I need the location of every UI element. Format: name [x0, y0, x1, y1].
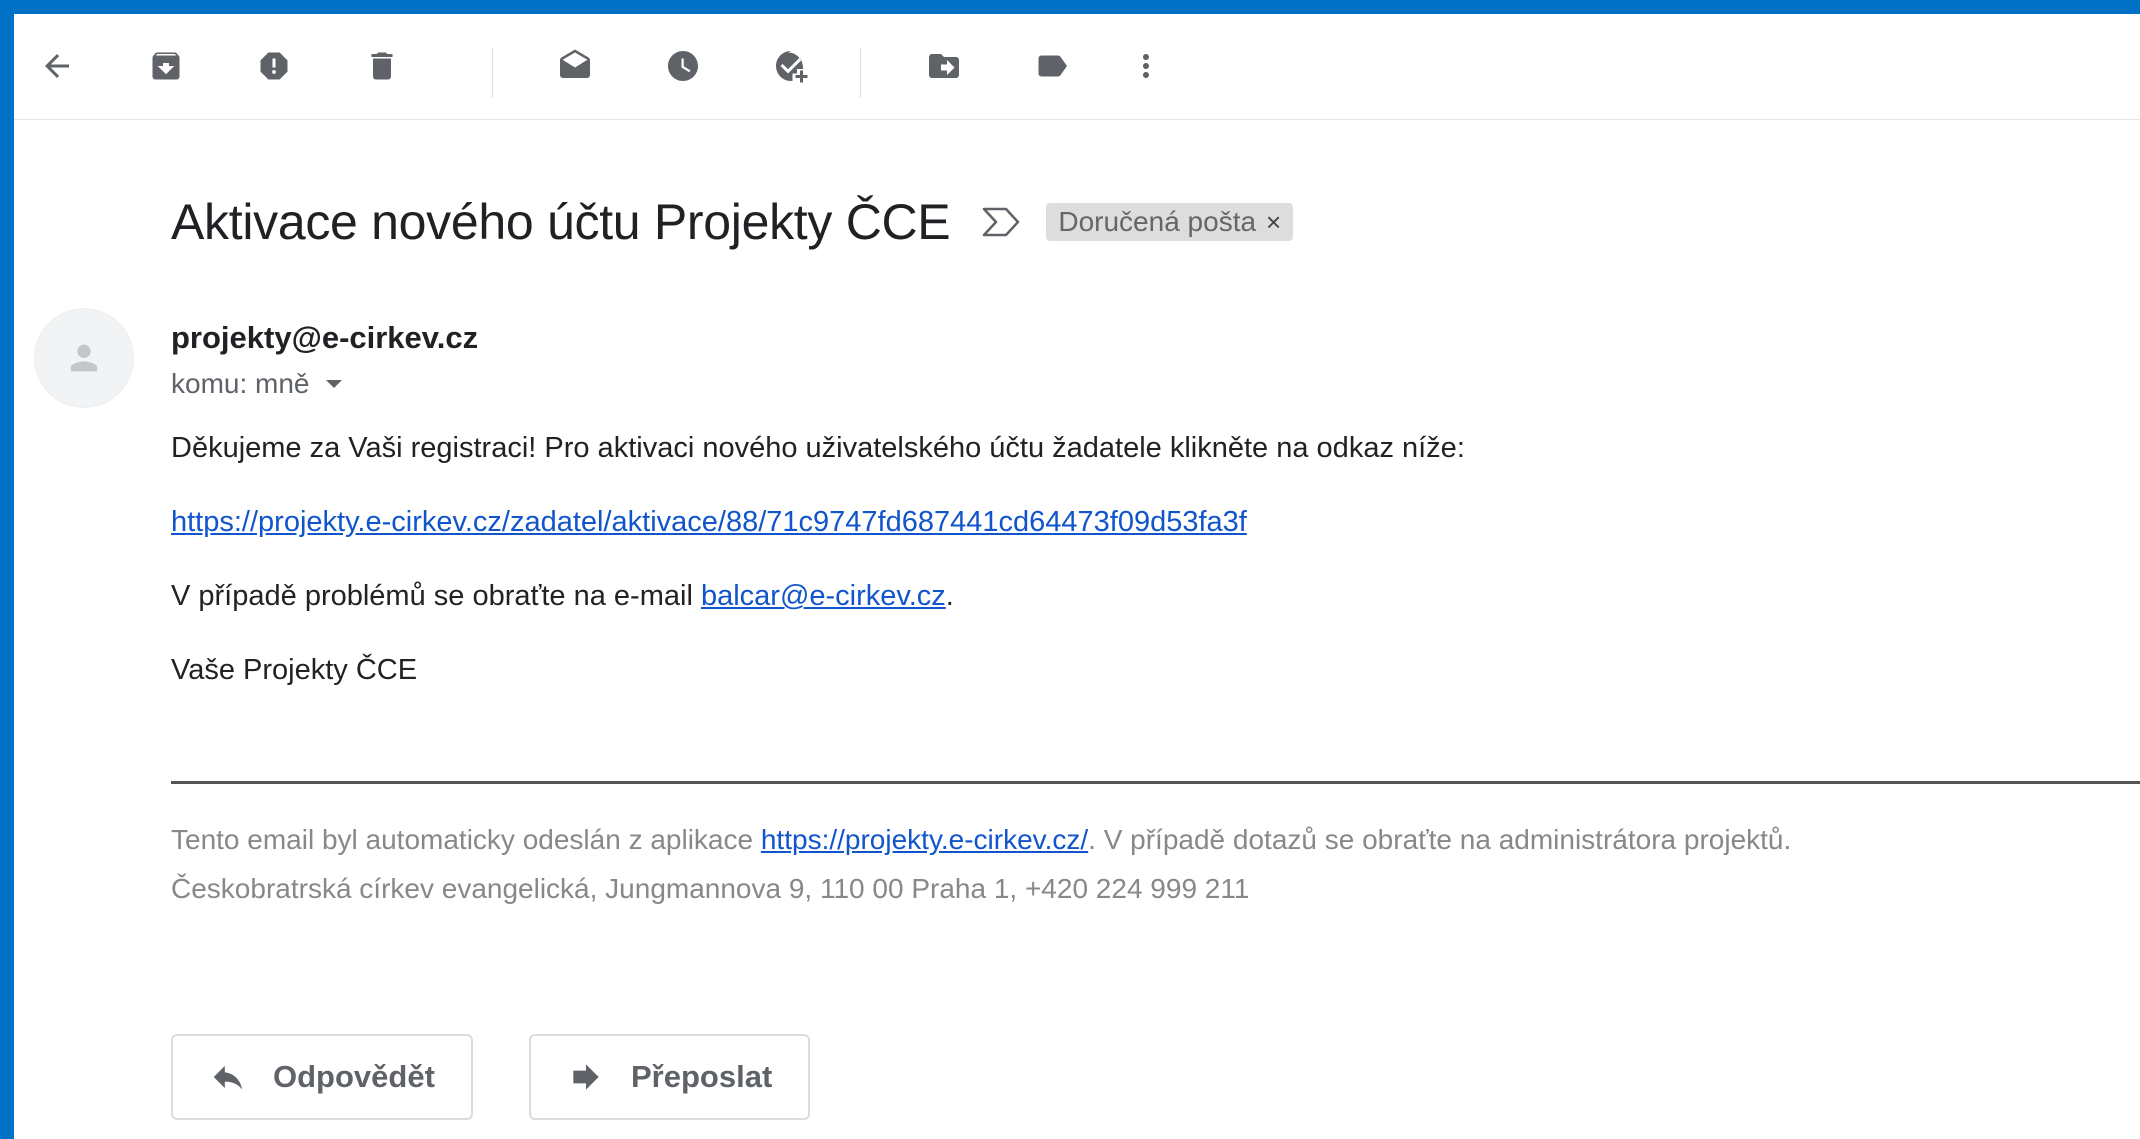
move-to-icon[interactable]: [915, 37, 973, 95]
body-paragraph: Děkujeme za Vaši registraci! Pro aktivac…: [171, 432, 1465, 464]
sender-email: projekty@e-cirkev.cz: [171, 320, 479, 355]
reply-button[interactable]: Odpovědět: [171, 1034, 473, 1120]
activation-link[interactable]: https://projekty.e-cirkev.cz/zadatel/akt…: [171, 506, 1247, 538]
body-problem-line: V případě problémů se obraťte na e-mail …: [171, 580, 954, 613]
footer-divider: [171, 781, 2140, 784]
mark-unread-icon[interactable]: [546, 37, 604, 95]
signature: Vaše Projekty ČCE: [171, 654, 418, 686]
subject-row: Aktivace nového účtu Projekty ČCE Doruče…: [171, 182, 1294, 262]
label-chip-text: Doručená pošta: [1058, 206, 1257, 237]
app-link[interactable]: https://projekty.e-cirkev.cz/: [761, 824, 1088, 855]
archive-icon[interactable]: [137, 37, 195, 95]
back-arrow-icon[interactable]: [28, 37, 86, 95]
toolbar-separator: [860, 48, 861, 98]
toolbar-separator: [492, 48, 493, 98]
forward-label: Přeposlat: [631, 1059, 773, 1094]
body-link-line: https://projekty.e-cirkev.cz/zadatel/akt…: [171, 506, 1247, 539]
forward-button[interactable]: Přeposlat: [529, 1034, 811, 1120]
report-spam-icon[interactable]: [245, 37, 303, 95]
problem-suffix: .: [945, 580, 954, 612]
avatar: [34, 308, 134, 408]
label-chip-inbox: Doručená pošta ×: [1046, 203, 1294, 241]
reply-label: Odpovědět: [273, 1059, 435, 1094]
remove-label-icon[interactable]: ×: [1266, 207, 1281, 238]
email-subject: Aktivace nového účtu Projekty ČCE: [171, 194, 951, 250]
footer-suffix: . V případě dotazů se obraťte na adminis…: [1088, 824, 1792, 855]
more-vert-icon[interactable]: [1117, 37, 1175, 95]
reply-icon: [213, 1065, 243, 1090]
footer-prefix: Tento email byl automaticky odeslán z ap…: [171, 824, 761, 855]
add-to-tasks-icon[interactable]: [762, 37, 820, 95]
problem-prefix: V případě problémů se obraťte na e-mail: [171, 580, 701, 612]
delete-icon[interactable]: [353, 37, 411, 95]
footer-line-1: Tento email byl automaticky odeslán z ap…: [171, 824, 1791, 856]
forward-icon: [573, 1064, 599, 1090]
labels-icon[interactable]: [1023, 37, 1081, 95]
email-window: Aktivace nového účtu Projekty ČCE Doruče…: [14, 14, 2140, 1139]
snooze-icon[interactable]: [654, 37, 712, 95]
footer-address: Českobratrská církev evangelická, Jungma…: [171, 873, 1250, 904]
recipient-details[interactable]: komu: mně: [171, 368, 342, 400]
recipient-text: komu: mně: [171, 368, 310, 399]
toolbar: [14, 14, 2140, 120]
chevron-down-icon[interactable]: [325, 380, 342, 388]
person-icon: [70, 344, 98, 372]
contact-email-link[interactable]: balcar@e-cirkev.cz: [701, 580, 946, 612]
important-marker-icon[interactable]: [980, 204, 1024, 240]
